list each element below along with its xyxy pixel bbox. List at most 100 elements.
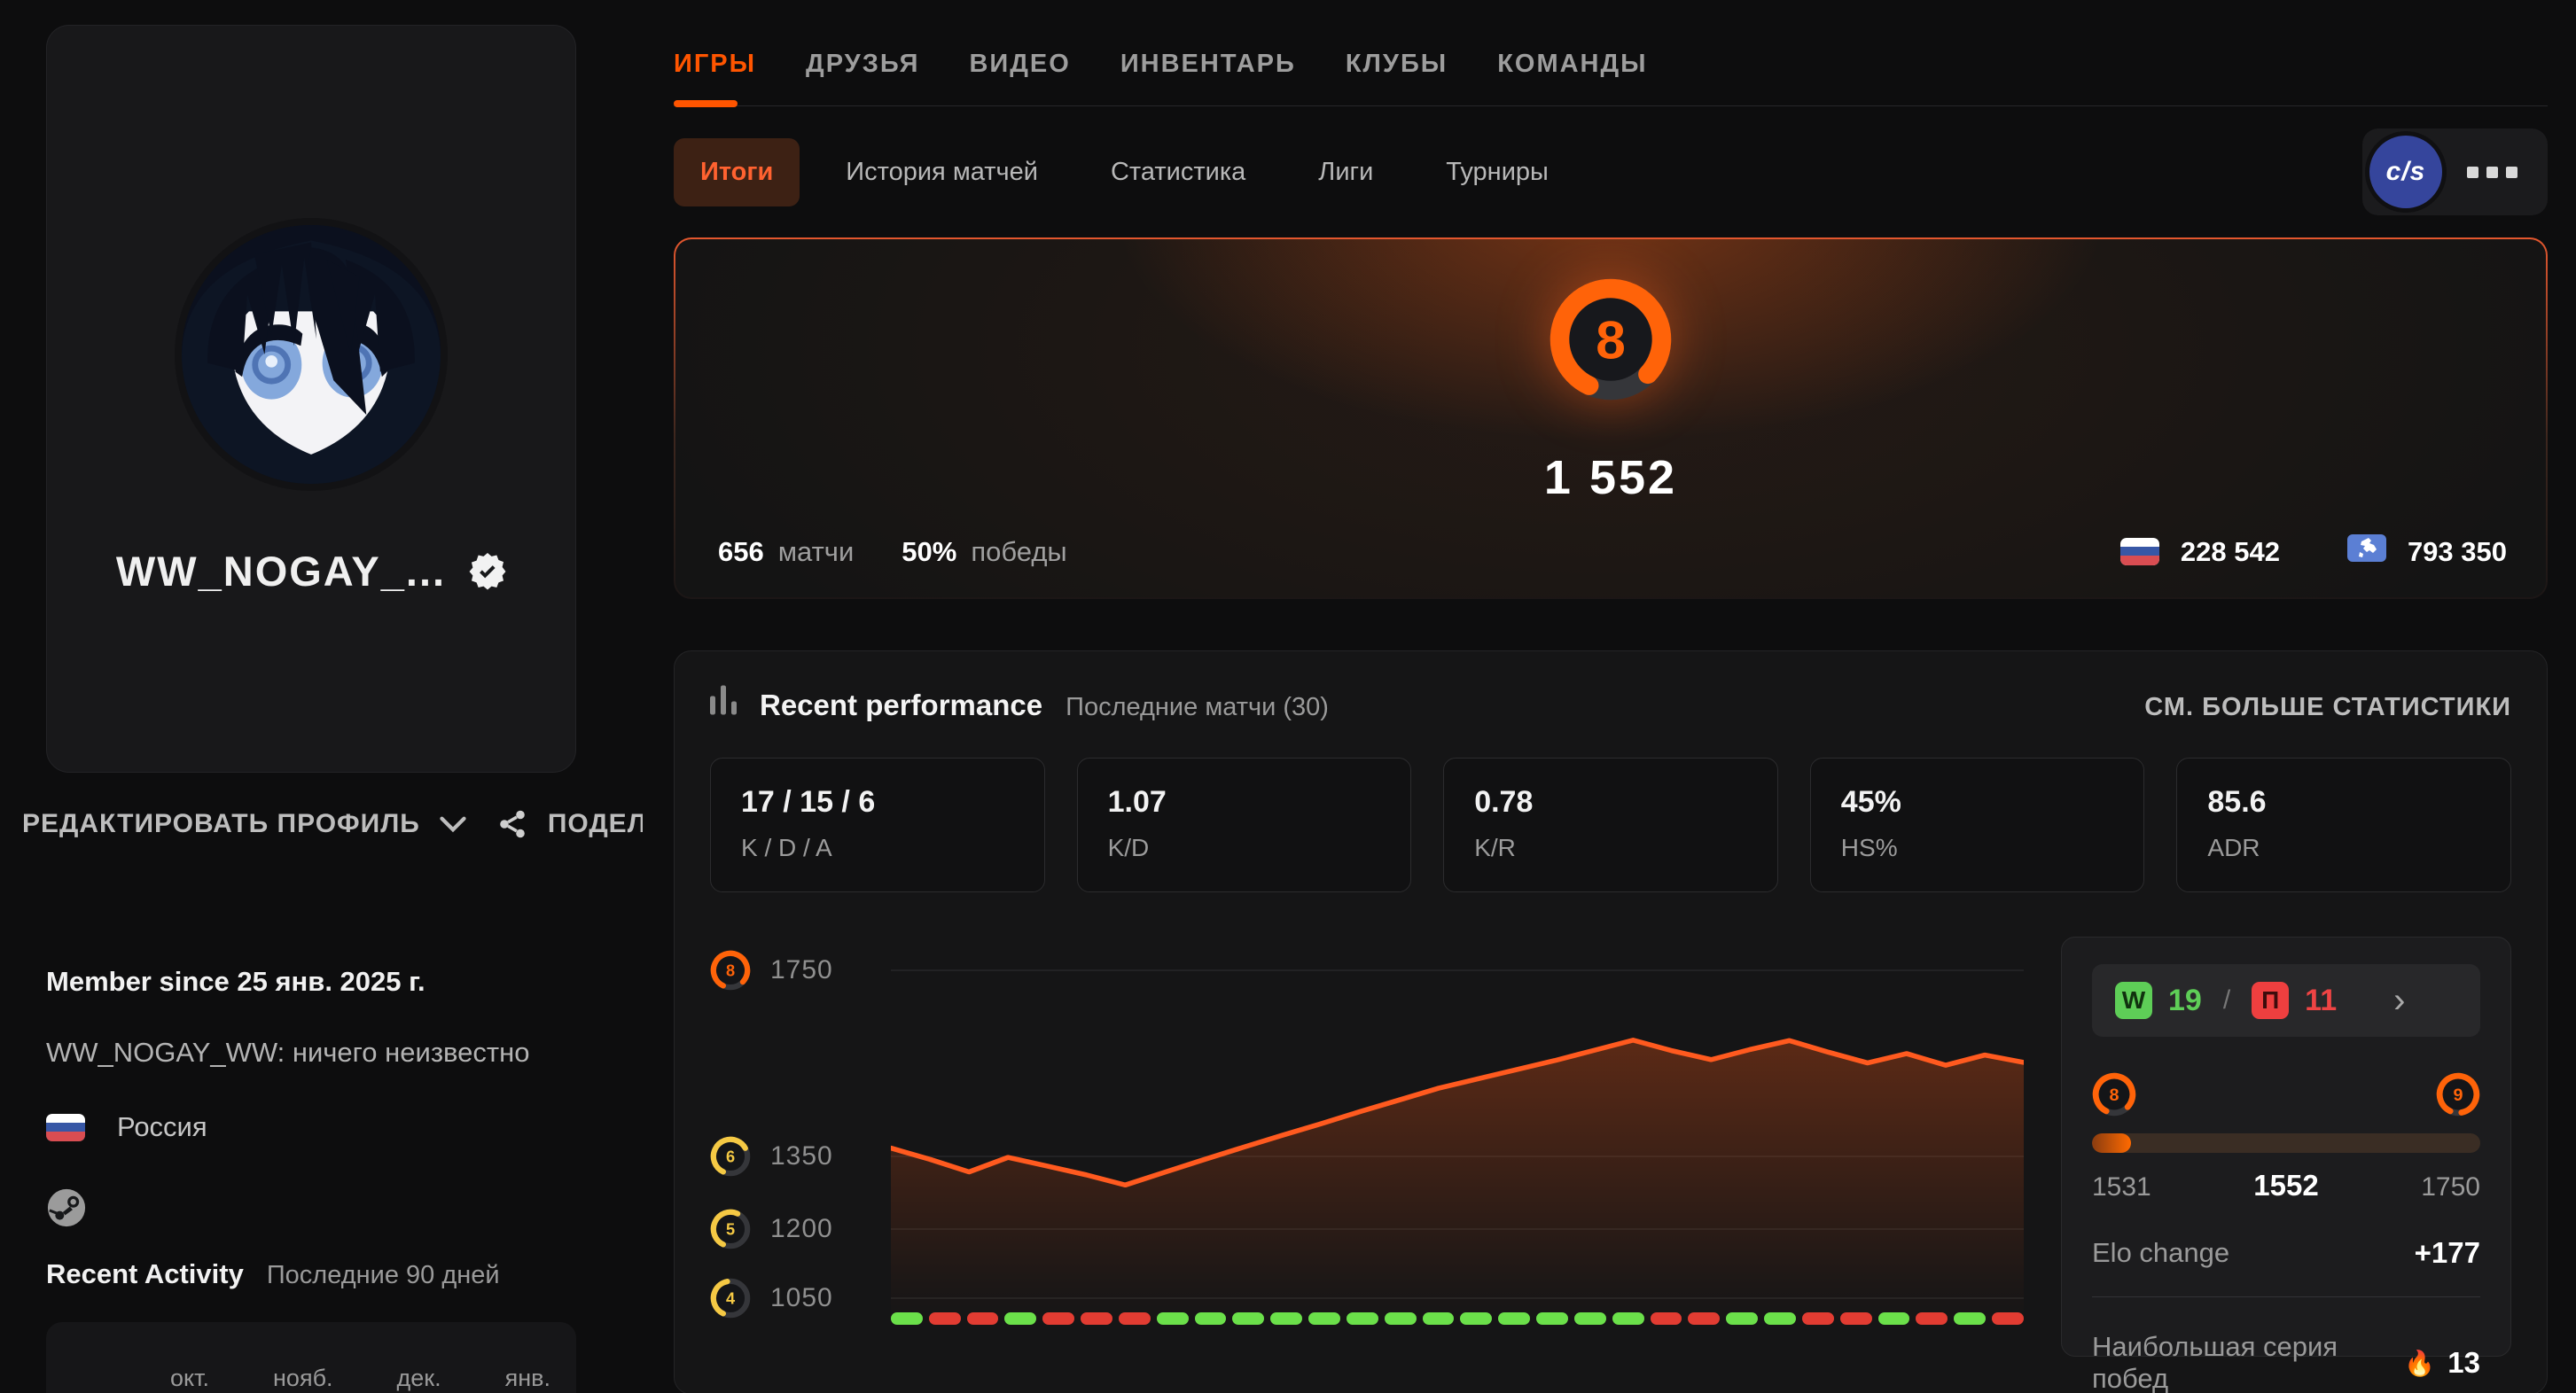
- member-since: Member since 25 янв. 2025 г.: [46, 966, 622, 998]
- match-result-27-win[interactable]: [1878, 1312, 1910, 1325]
- y-tick-label: 1050: [770, 1283, 833, 1313]
- steam-icon[interactable]: [46, 1187, 87, 1228]
- stat-value: 85.6: [2207, 785, 2480, 820]
- streak-label: Наибольшая серия побед: [2092, 1331, 2404, 1393]
- sub-tab-лиги[interactable]: Лиги: [1292, 138, 1400, 206]
- match-result-17-win[interactable]: [1498, 1312, 1530, 1325]
- stat-label: K/R: [1474, 834, 1747, 862]
- nav-tab-игры[interactable]: ИГРЫ: [674, 50, 756, 82]
- match-result-29-win[interactable]: [1954, 1312, 1986, 1325]
- profile-sidebar: WW_NOGAY_... РЕДАКТИРОВАТЬ ПРОФИЛЬ П: [0, 0, 649, 1393]
- match-result-19-win[interactable]: [1574, 1312, 1606, 1325]
- bar-chart-icon: [710, 685, 737, 715]
- match-result-3-loss[interactable]: [967, 1312, 999, 1325]
- match-result-10-win[interactable]: [1232, 1312, 1264, 1325]
- match-result-12-win[interactable]: [1308, 1312, 1340, 1325]
- match-result-30-loss[interactable]: [1992, 1312, 2024, 1325]
- matches-label: матчи: [778, 536, 855, 568]
- stat-cards: 17 / 15 / 6 K / D / A1.07 K/D0.78 K/R45%…: [710, 758, 2511, 892]
- nav-tab-команды[interactable]: КОМАНДЫ: [1497, 50, 1647, 82]
- match-result-22-loss[interactable]: [1688, 1312, 1720, 1325]
- match-result-15-win[interactable]: [1423, 1312, 1455, 1325]
- stat-label: ADR: [2207, 834, 2480, 862]
- match-result-28-loss[interactable]: [1916, 1312, 1948, 1325]
- country-label: Россия: [117, 1111, 207, 1143]
- svg-text:5: 5: [726, 1221, 735, 1239]
- share-button[interactable]: ПОДЕЛИТЬСЯ: [496, 808, 643, 840]
- match-result-5-loss[interactable]: [1042, 1312, 1074, 1325]
- loss-badge: П: [2252, 982, 2289, 1019]
- match-result-7-loss[interactable]: [1119, 1312, 1151, 1325]
- main-content: ИГРЫ ДРУЗЬЯ ВИДЕО ИНВЕНТАРЬ КЛУБЫ КОМАНДЫ Ито…: [649, 0, 2576, 1393]
- match-result-25-loss[interactable]: [1802, 1312, 1834, 1325]
- winrate-label: победы: [971, 536, 1066, 568]
- last-matches-summary[interactable]: W 19 / П 11 ›: [2092, 964, 2480, 1037]
- country-rank-flag-icon: [2120, 538, 2159, 565]
- sub-tab-итоги[interactable]: Итоги: [674, 138, 800, 206]
- region-rank-icon: [2347, 534, 2386, 569]
- level-6-icon: 6: [710, 1136, 751, 1177]
- match-result-23-win[interactable]: [1726, 1312, 1758, 1325]
- match-result-6-loss[interactable]: [1081, 1312, 1112, 1325]
- match-result-13-win[interactable]: [1347, 1312, 1378, 1325]
- level-from-icon: 8: [2092, 1072, 2136, 1121]
- more-options-button[interactable]: [2467, 167, 2517, 178]
- match-result-11-win[interactable]: [1270, 1312, 1302, 1325]
- match-result-21-loss[interactable]: [1651, 1312, 1682, 1325]
- top-nav-tabs: ИГРЫ ДРУЗЬЯ ВИДЕО ИНВЕНТАРЬ КЛУБЫ КОМАНДЫ: [674, 0, 2548, 106]
- wl-separator: /: [2223, 985, 2230, 1016]
- match-result-2-loss[interactable]: [929, 1312, 961, 1325]
- match-result-9-win[interactable]: [1195, 1312, 1227, 1325]
- nav-tab-инвентарь[interactable]: ИНВЕНТАРЬ: [1120, 50, 1296, 82]
- elo-chart-y-axis: 81750 6 1350 51200 4 1050: [710, 937, 891, 1357]
- level-5-icon: 5: [710, 1209, 751, 1249]
- y-tick-1200: 51200: [710, 1209, 833, 1249]
- y-tick-1750: 81750: [710, 950, 833, 991]
- panel-divider: [2092, 1296, 2480, 1297]
- edit-profile-button[interactable]: РЕДАКТИРОВАТЬ ПРОФИЛЬ: [22, 809, 466, 839]
- elo-line-chart: [891, 937, 2024, 1357]
- elo-change-label: Elo change: [2092, 1237, 2229, 1269]
- nav-tab-друзья[interactable]: ДРУЗЬЯ: [806, 50, 919, 82]
- activity-month-label: янв.: [505, 1365, 550, 1392]
- nav-tab-видео[interactable]: ВИДЕО: [969, 50, 1070, 82]
- match-result-8-win[interactable]: [1157, 1312, 1189, 1325]
- match-result-4-win[interactable]: [1004, 1312, 1036, 1325]
- sub-tab-история-матчей[interactable]: История матчей: [819, 138, 1065, 206]
- match-result-24-win[interactable]: [1764, 1312, 1796, 1325]
- range-min: 1531: [2092, 1172, 2190, 1202]
- region-rank-value: 793 350: [2408, 536, 2507, 568]
- svg-text:9: 9: [2453, 1086, 2463, 1105]
- match-result-1-win[interactable]: [891, 1312, 923, 1325]
- match-result-18-win[interactable]: [1536, 1312, 1568, 1325]
- nav-tab-клубы[interactable]: КЛУБЫ: [1346, 50, 1448, 82]
- see-more-stats-link[interactable]: СМ. БОЛЬШЕ СТАТИСТИКИ: [2144, 693, 2511, 722]
- level-9-icon: 9: [2436, 1072, 2480, 1117]
- activity-month-label: окт.: [170, 1365, 209, 1392]
- match-result-16-win[interactable]: [1460, 1312, 1492, 1325]
- level-8-icon: 8: [2092, 1072, 2136, 1117]
- country-rank-value: 228 542: [2181, 536, 2280, 568]
- elo-chart[interactable]: [891, 937, 2024, 1357]
- share-label: ПОДЕЛИТЬСЯ: [548, 809, 643, 839]
- cs2-game-icon[interactable]: c/s: [2369, 136, 2442, 208]
- svg-text:4: 4: [726, 1290, 736, 1308]
- match-result-20-win[interactable]: [1612, 1312, 1644, 1325]
- activity-heatmap-card: окт.нояб.дек.янв.: [46, 1322, 576, 1393]
- russia-flag-icon: [46, 1114, 85, 1141]
- y-tick-1050: 4 1050: [710, 1278, 833, 1319]
- performance-title: Recent performance: [760, 689, 1042, 722]
- range-current: 1552: [2190, 1169, 2383, 1202]
- chevron-right-icon: ›: [2393, 986, 2405, 1015]
- sub-tab-турниры[interactable]: Турниры: [1419, 138, 1575, 206]
- y-tick-label: 1350: [770, 1141, 833, 1171]
- y-tick-1350: 6 1350: [710, 1136, 833, 1177]
- elo-banner: 8 1 552 656 матчи 50% победы: [674, 237, 2548, 599]
- win-badge: W: [2115, 982, 2152, 1019]
- match-result-14-win[interactable]: [1385, 1312, 1417, 1325]
- sub-tab-статистика[interactable]: Статистика: [1084, 138, 1272, 206]
- avatar[interactable]: [182, 225, 441, 484]
- stat-card-kda: 17 / 15 / 6 K / D / A: [710, 758, 1045, 892]
- match-result-26-loss[interactable]: [1840, 1312, 1872, 1325]
- winrate-value: 50%: [902, 536, 956, 568]
